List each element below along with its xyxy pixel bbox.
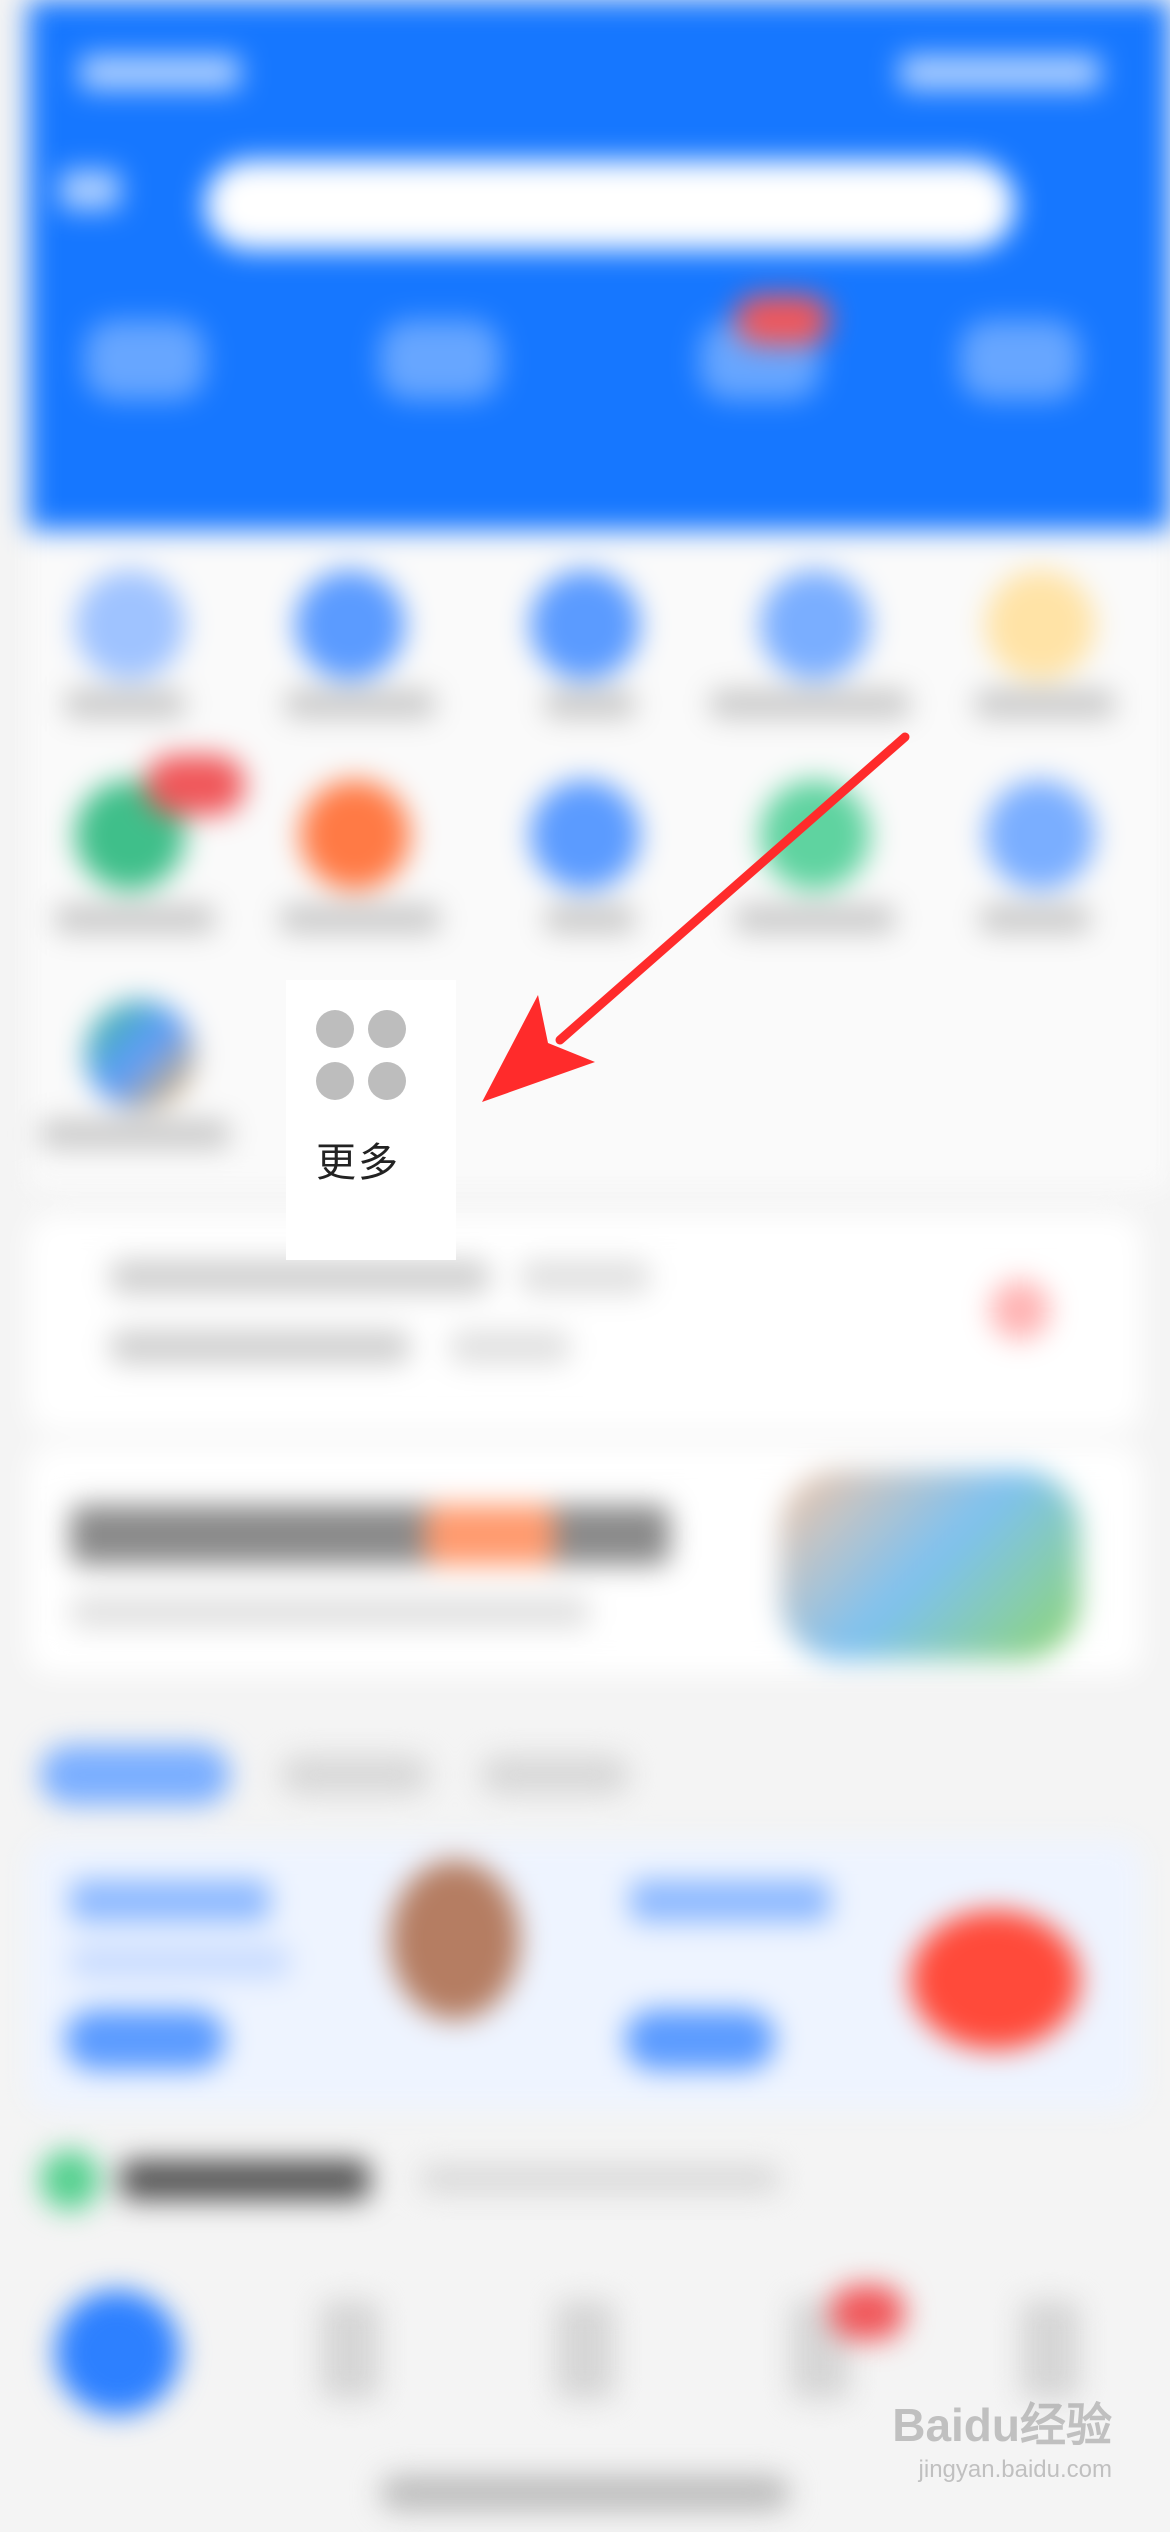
blurred-promo-image — [780, 1470, 1080, 1660]
blurred-home-indicator — [380, 2475, 790, 2511]
watermark-main: Baidu经验 — [892, 2399, 1112, 2451]
blurred-text-line — [520, 1260, 650, 1294]
blurred-grid-icon — [530, 780, 640, 890]
blurred-grid-icon — [760, 780, 870, 890]
blurred-product-image — [910, 1910, 1080, 2050]
blurred-grid-label — [40, 1120, 230, 1148]
blurred-promo-sub — [70, 1595, 590, 1629]
blurred-news-icon — [40, 2150, 100, 2210]
blurred-grid-icon — [985, 570, 1095, 680]
blurred-product-sub — [70, 1945, 290, 1979]
blurred-nav-item — [1020, 2300, 1080, 2400]
blurred-news-sub — [420, 2165, 780, 2193]
more-label: 更多 — [316, 1140, 400, 1186]
blurred-tab — [480, 1755, 630, 1795]
blurred-text-line — [450, 1330, 570, 1364]
more-tile[interactable]: 更多 — [286, 980, 456, 1260]
blurred-menu-icon — [60, 170, 120, 210]
blurred-status-right — [900, 55, 1100, 90]
blurred-grid-label — [735, 905, 895, 933]
four-dots-grid-icon — [316, 1010, 406, 1100]
blurred-product-image — [390, 1860, 520, 2020]
blurred-grid-icon — [985, 780, 1095, 890]
blurred-red-dot — [990, 1280, 1050, 1340]
blurred-text-line — [110, 1260, 490, 1294]
blurred-text-line — [110, 1330, 410, 1364]
blurred-grid-label — [545, 905, 635, 933]
blurred-grid-icon — [75, 570, 185, 680]
blurred-grid-label — [55, 905, 215, 933]
baidu-watermark: Baidu经验 jingyan.baidu.com — [892, 2402, 1112, 2484]
blurred-background — [0, 0, 1170, 2532]
blurred-promo-title — [70, 1505, 670, 1565]
blurred-grid-label — [980, 905, 1090, 933]
watermark-sub: jingyan.baidu.com — [918, 2456, 1112, 2483]
blurred-header-badge — [735, 295, 830, 345]
blurred-nav-item — [555, 2300, 615, 2400]
blurred-grid-icon — [530, 570, 640, 680]
blurred-grid-label — [280, 905, 440, 933]
blurred-grid-icon — [760, 570, 870, 680]
blurred-search-bar — [205, 160, 1015, 250]
blurred-grid-icon — [295, 570, 405, 680]
blurred-grid-label — [975, 690, 1115, 718]
blurred-product-title — [630, 1880, 830, 1922]
blurred-promo-highlight — [425, 1505, 555, 1565]
blurred-product-button — [625, 2010, 775, 2070]
blurred-grid-label — [285, 690, 435, 718]
blurred-grid-badge — [145, 755, 245, 815]
app-screen: 更多 Baidu经验 jingyan.baidu.com — [0, 0, 1170, 2532]
blurred-status-left — [80, 55, 240, 90]
blurred-grid-label — [545, 690, 635, 718]
blurred-header-item-1 — [85, 320, 205, 400]
blurred-product-button — [65, 2010, 225, 2070]
blurred-nav-home — [55, 2290, 180, 2415]
blurred-tab-active — [40, 1745, 230, 1805]
blurred-tab — [280, 1755, 430, 1795]
blurred-header-item-4 — [960, 320, 1080, 400]
blurred-grid-label — [710, 690, 910, 718]
blurred-notice-card — [28, 1215, 1142, 1430]
blurred-nav-item — [320, 2300, 380, 2400]
blurred-header-item-2 — [380, 320, 500, 400]
blurred-grid-icon — [300, 780, 410, 890]
blurred-news-title — [120, 2160, 370, 2200]
blurred-grid-icon — [85, 1000, 195, 1110]
blurred-product-title — [70, 1880, 270, 1922]
blurred-grid-label — [65, 690, 185, 718]
blurred-nav-badge — [830, 2285, 905, 2340]
